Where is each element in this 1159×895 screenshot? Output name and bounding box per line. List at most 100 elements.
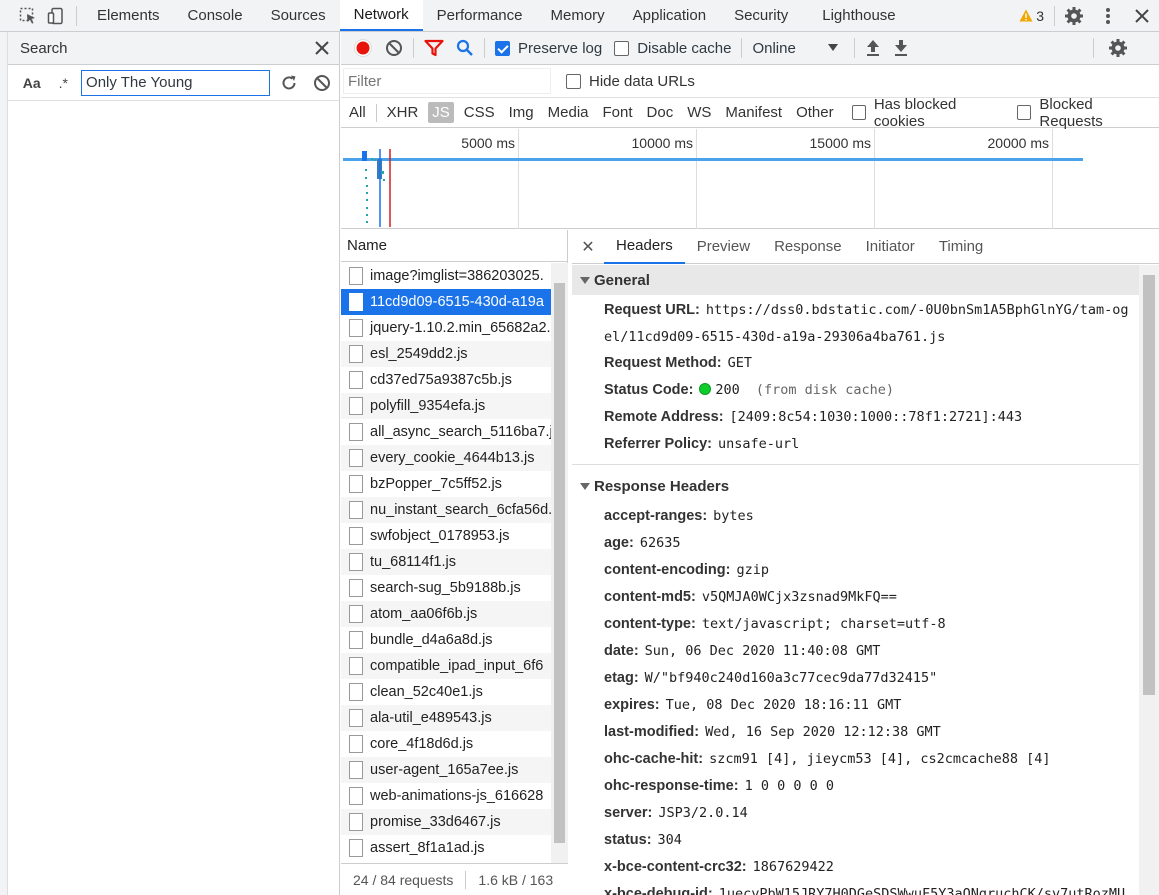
tab-response[interactable]: Response [762,230,854,264]
header-value: 304 [657,832,682,848]
header-value: bytes [713,508,754,524]
header-key: Remote Address: [604,409,724,425]
search-toggle[interactable] [450,32,480,65]
tab-application[interactable]: Application [619,0,720,31]
clear-search-icon[interactable] [306,67,339,98]
tab-preview[interactable]: Preview [685,230,762,264]
record-button[interactable] [347,32,379,65]
filter-toggle[interactable] [418,32,450,65]
request-list-scrollbar[interactable] [551,263,568,863]
more-options-icon[interactable] [1091,0,1125,31]
close-search-icon[interactable] [315,41,329,55]
disable-cache-checkbox[interactable]: Disable cache [608,32,737,65]
type-doc[interactable]: Doc [643,102,678,123]
type-all[interactable]: All [345,102,370,123]
detail-scrollbar[interactable] [1139,265,1159,895]
timeline-waterfall-graphic [343,149,1083,227]
request-row[interactable]: bzPopper_7c5ff52.js [341,471,551,497]
request-row[interactable]: atom_aa06f6b.js [341,601,551,627]
type-font[interactable]: Font [599,102,637,123]
divider [375,103,377,122]
blocked-requests-check[interactable] [1017,105,1032,120]
tab-security[interactable]: Security [720,0,802,31]
has-blocked-cookies-check[interactable] [851,105,866,120]
type-xhr[interactable]: XHR [383,102,423,123]
tab-memory[interactable]: Memory [537,0,619,31]
type-other[interactable]: Other [792,102,838,123]
general-section-toggle[interactable]: General [572,265,1139,295]
request-row[interactable]: nu_instant_search_6cfa56d. [341,497,551,523]
type-img[interactable]: Img [505,102,538,123]
match-case-toggle[interactable]: Aa [16,75,48,91]
request-count: 24 / 84 requests [353,871,454,888]
type-css[interactable]: CSS [460,102,499,123]
request-row[interactable]: user-agent_165a7ee.js [341,757,551,783]
request-row[interactable]: image?imglist=386203025. [341,263,551,289]
response-header-row: server: JSP3/2.0.14 [572,800,1139,827]
request-row[interactable]: tu_68114f1.js [341,549,551,575]
request-row[interactable]: every_cookie_4644b13.js [341,445,551,471]
request-row[interactable]: clean_52c40e1.js [341,679,551,705]
type-media[interactable]: Media [544,102,593,123]
request-row[interactable]: cd37ed75a9387c5b.js [341,367,551,393]
hide-data-urls-checkbox[interactable]: Hide data URLs [566,73,695,90]
file-icon [349,397,363,415]
tab-elements[interactable]: Elements [83,0,174,31]
throttling-select[interactable]: Online [746,40,844,57]
request-row[interactable]: 11cd9d09-6515-430d-a19a [341,289,551,315]
import-har-button[interactable] [859,32,887,65]
hide-data-urls-check[interactable] [566,73,581,89]
tab-lighthouse[interactable]: Lighthouse [808,0,909,31]
preserve-log-check[interactable] [495,40,510,56]
tab-sources[interactable]: Sources [257,0,340,31]
request-row[interactable]: all_async_search_5116ba7.js [341,419,551,445]
request-row[interactable]: compatible_ipad_input_6f6 [341,653,551,679]
request-row[interactable]: ala-util_e489543.js [341,705,551,731]
hide-data-urls-label: Hide data URLs [589,72,695,90]
network-toolbar: Preserve log Disable cache Online [341,32,1159,65]
tab-headers[interactable]: Headers [604,230,685,264]
tab-performance[interactable]: Performance [423,0,537,31]
regex-toggle[interactable]: .* [48,75,80,91]
tab-timing[interactable]: Timing [927,230,995,264]
close-devtools-icon[interactable] [1125,0,1159,31]
refresh-icon[interactable] [272,67,305,98]
request-row[interactable]: assert_8f1a1ad.js [341,835,551,861]
request-row[interactable]: bundle_d4a6a8d.js [341,627,551,653]
request-row[interactable]: promise_33d6467.js [341,809,551,835]
tab-console[interactable]: Console [174,0,257,31]
close-detail-icon[interactable]: ✕ [572,237,604,257]
scrollbar-thumb[interactable] [1143,275,1155,695]
type-manifest[interactable]: Manifest [721,102,786,123]
preserve-log-checkbox[interactable]: Preserve log [489,32,608,65]
device-toolbar-icon[interactable] [42,1,70,31]
network-settings-gear-icon[interactable] [1098,32,1138,65]
request-row[interactable]: core_4f18d6d.js [341,731,551,757]
request-row[interactable]: search-sug_5b9188b.js [341,575,551,601]
type-ws[interactable]: WS [683,102,715,123]
request-row[interactable]: polyfill_9354efa.js [341,393,551,419]
blocked-requests-checkbox[interactable]: Blocked Requests [1017,96,1153,130]
search-input[interactable] [81,69,271,96]
header-key: Request URL: [604,302,700,318]
warnings-counter[interactable]: 3 [1011,8,1052,24]
header-key: Referrer Policy: [604,436,712,452]
tab-network[interactable]: Network [339,0,423,31]
name-column-header[interactable]: Name [341,230,567,262]
scrollbar-thumb[interactable] [554,283,565,843]
request-row[interactable]: web-animations-js_616628 [341,783,551,809]
disable-cache-check[interactable] [614,40,630,56]
export-har-button[interactable] [887,32,915,65]
request-row[interactable]: esl_2549dd2.js [341,341,551,367]
settings-gear-icon[interactable] [1057,0,1091,31]
request-row[interactable]: jquery-1.10.2.min_65682a2. [341,315,551,341]
clear-log-button[interactable] [379,32,409,65]
type-js[interactable]: JS [428,102,454,123]
filter-input[interactable] [343,68,551,94]
tab-initiator[interactable]: Initiator [854,230,927,264]
request-row[interactable]: swfobject_0178953.js [341,523,551,549]
has-blocked-cookies-checkbox[interactable]: Has blocked cookies [851,96,1004,130]
timeline-overview[interactable]: 5000 ms 10000 ms 15000 ms 20000 ms [341,129,1159,229]
inspect-element-icon[interactable] [14,1,42,31]
response-headers-section-toggle[interactable]: Response Headers [572,471,1139,501]
